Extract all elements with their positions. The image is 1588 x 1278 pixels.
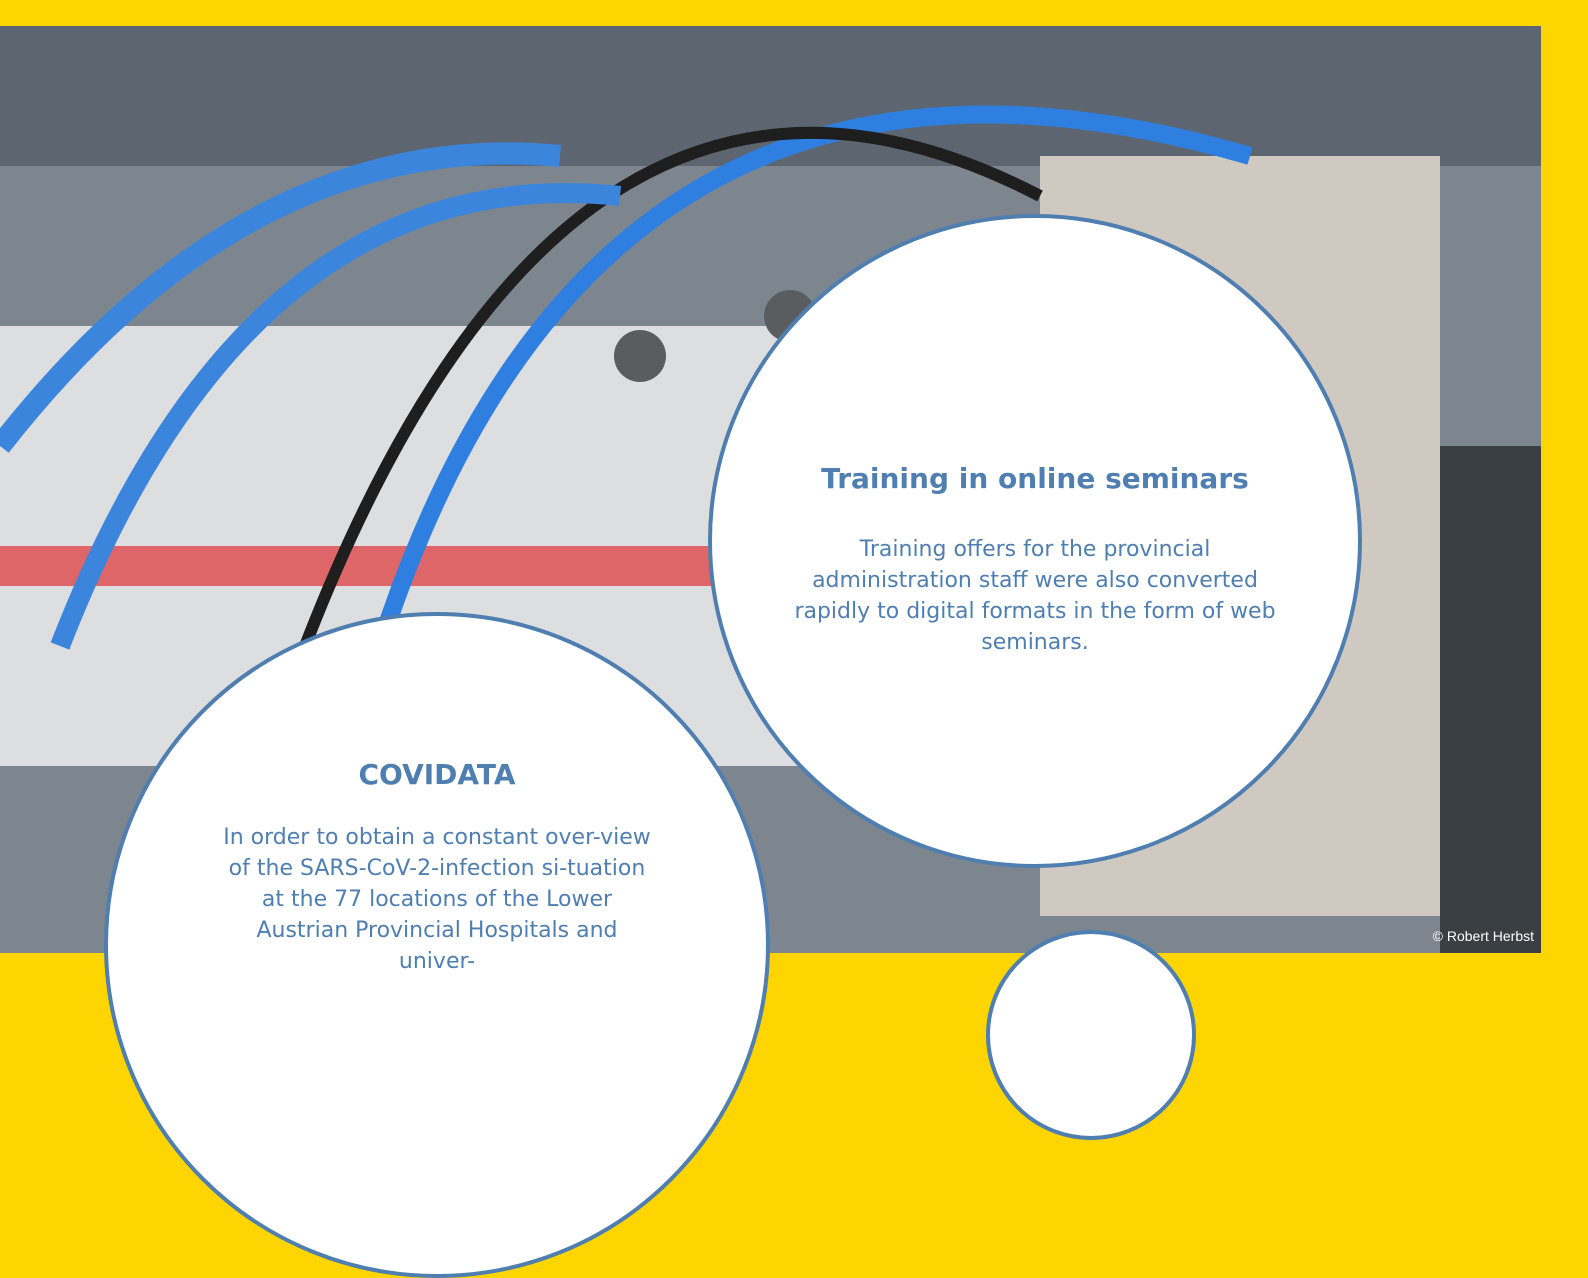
training-text: Training offers for the provincial admin… (794, 537, 1276, 655)
training-title: Training in online seminars (821, 462, 1249, 495)
training-card: Training in online seminars Training off… (708, 214, 1362, 868)
partial-card (986, 930, 1196, 1140)
covidata-card: COVIDATA In order to obtain a constant o… (104, 612, 770, 1278)
covidata-title: COVIDATA (358, 758, 516, 791)
covidata-text: In order to obtain a constant over-view … (223, 825, 651, 974)
photo-credit: © Robert Herbst (1432, 928, 1534, 944)
